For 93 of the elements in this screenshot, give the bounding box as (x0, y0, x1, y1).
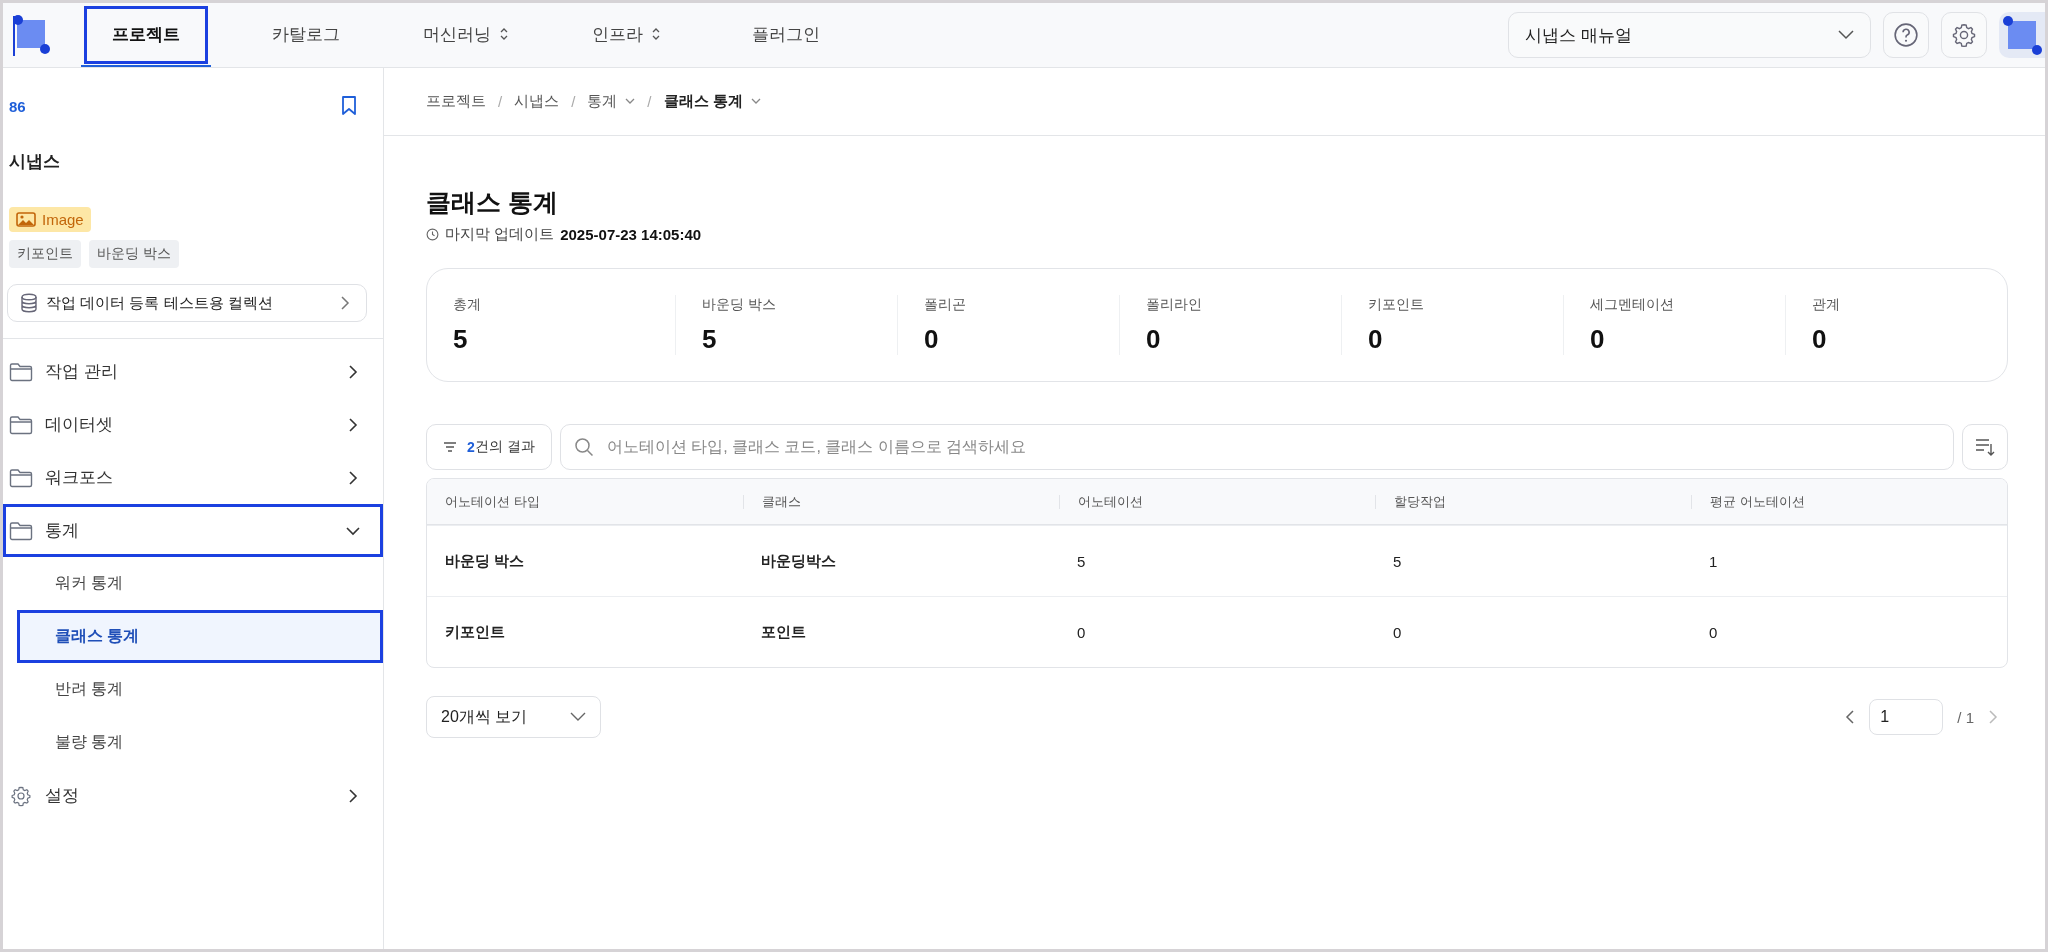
annotation-tag: 바운딩 박스 (89, 240, 179, 268)
help-icon (1893, 22, 1919, 48)
folder-icon (9, 360, 33, 383)
table-cell-text: 포인트 (760, 622, 807, 642)
stat-value: 0 (924, 323, 940, 355)
stat-value: 0 (1368, 323, 1384, 355)
table-cell-text: 0 (1392, 623, 1403, 641)
collection-button[interactable]: 작업 데이터 등록 테스트용 컬렉션 (7, 284, 367, 322)
breadcrumb-separator: / (647, 93, 652, 110)
table-cell-text: 5 (1076, 552, 1087, 570)
avatar-logo-icon (2002, 15, 2042, 55)
page-size-select[interactable]: 20개씩 보기 (426, 696, 601, 738)
settings-icon (9, 784, 33, 807)
sidebar-subitem[interactable]: 반려 통계 (17, 663, 383, 716)
project-name: 시냅스 (8, 151, 61, 173)
table-cell-text: 0 (1076, 623, 1087, 641)
logo-icon (11, 14, 51, 56)
stat-label: 세그멘테이션 (1590, 295, 1675, 314)
column-header: 평균 어노테이션 (1691, 494, 2007, 509)
table-cell-text: 키포인트 (444, 622, 506, 642)
stat-label: 폴리곤 (924, 295, 967, 314)
sidebar-item[interactable]: 작업 관리 (3, 345, 383, 398)
up-down-chevron-icon (499, 27, 509, 41)
sidebar-item[interactable]: 설정 (3, 769, 383, 822)
table-cell-text: 5 (1392, 552, 1403, 570)
search-field[interactable]: 어노테이션 타입, 클래스 코드, 클래스 이름으로 검색하세요 (559, 424, 1954, 470)
stat-value: 0 (1146, 323, 1162, 355)
clock-icon (426, 228, 439, 241)
table-cell-text: 1 (1708, 552, 1719, 570)
data-type-tag: Image (9, 207, 91, 232)
nav-tab[interactable]: 머신러닝 (401, 3, 531, 67)
sidebar-subitem[interactable]: 불량 통계 (17, 716, 383, 769)
nav-tab[interactable]: 인프라 (561, 3, 691, 67)
table-cell-text: 바운딩 박스 (444, 551, 526, 571)
stat-value: 5 (702, 323, 718, 355)
column-header: 어노테이션 (1059, 494, 1375, 509)
column-header: 할당작업 (1375, 494, 1691, 509)
stat-value: 5 (453, 323, 469, 355)
chevron-down-icon (625, 98, 636, 105)
help-button[interactable] (1883, 12, 1929, 58)
stat-label: 키포인트 (1368, 295, 1425, 314)
bookmark-icon[interactable] (341, 96, 357, 116)
sidebar-subitem[interactable]: 워커 통계 (17, 557, 383, 610)
previous-page-icon[interactable] (1845, 709, 1856, 725)
chevron-down-icon (570, 712, 586, 722)
annotation-tag: 키포인트 (9, 240, 81, 268)
nav-tab[interactable]: 플러그인 (721, 3, 851, 67)
update-time: 2025-07-23 14:05:40 (560, 226, 702, 243)
breadcrumb-separator: / (571, 93, 576, 110)
project-select[interactable]: 시냅스 매뉴얼 (1508, 12, 1871, 58)
stat-label: 총계 (453, 295, 482, 314)
update-label: 마지막 업데이트 (445, 225, 555, 244)
nav-tab[interactable]: 프로젝트 (81, 3, 211, 67)
stat-label: 관계 (1812, 295, 1841, 314)
settings-button[interactable] (1941, 12, 1987, 58)
chevron-down-icon (750, 98, 761, 105)
sidebar-subitem[interactable]: 클래스 통계 (17, 610, 383, 663)
breadcrumb-link[interactable]: 프로젝트 (426, 92, 486, 111)
up-down-chevron-icon (650, 27, 661, 41)
search-icon (573, 437, 594, 457)
breadcrumb-link[interactable]: 통계 (587, 92, 636, 111)
total-pages: / 1 (1957, 708, 1974, 726)
chevron-down-icon (1838, 30, 1854, 40)
page-input[interactable]: 1 (1869, 699, 1944, 735)
sort-icon (1974, 436, 1996, 458)
project-id: 86 (9, 97, 26, 115)
column-header: 어노테이션 타입 (444, 494, 541, 509)
filter-button[interactable]: 2건의 결과 (426, 424, 552, 470)
page-title: 클래스 통계 (426, 187, 559, 218)
table-cell-text: 0 (1708, 623, 1719, 641)
sidebar-item[interactable]: 통계 (3, 504, 383, 557)
stat-label: 폴리라인 (1146, 295, 1203, 314)
folder-icon (9, 413, 33, 436)
folder-icon (9, 466, 33, 489)
settings-icon (1951, 22, 1977, 48)
avatar-button[interactable] (1999, 12, 2045, 58)
sort-button[interactable] (1962, 424, 2008, 470)
stat-value: 0 (1590, 323, 1606, 355)
table-cell-text: 바운딩박스 (760, 551, 837, 571)
image-icon (16, 212, 36, 227)
breadcrumb-link[interactable]: 시냅스 (514, 92, 560, 111)
folder-icon (9, 519, 33, 542)
sidebar-item[interactable]: 워크포스 (3, 451, 383, 504)
nav-tab[interactable]: 카탈로그 (241, 3, 371, 67)
sidebar-item[interactable]: 데이터셋 (3, 398, 383, 451)
database-icon (20, 293, 38, 313)
stat-label: 바운딩 박스 (702, 295, 777, 314)
breadcrumb-separator: / (498, 93, 503, 110)
column-header: 클래스 (743, 494, 1059, 509)
filter-icon (443, 442, 457, 452)
breadcrumb-link[interactable]: 클래스 통계 (663, 92, 761, 111)
chevron-right-icon (340, 295, 350, 311)
stat-value: 0 (1812, 323, 1828, 355)
